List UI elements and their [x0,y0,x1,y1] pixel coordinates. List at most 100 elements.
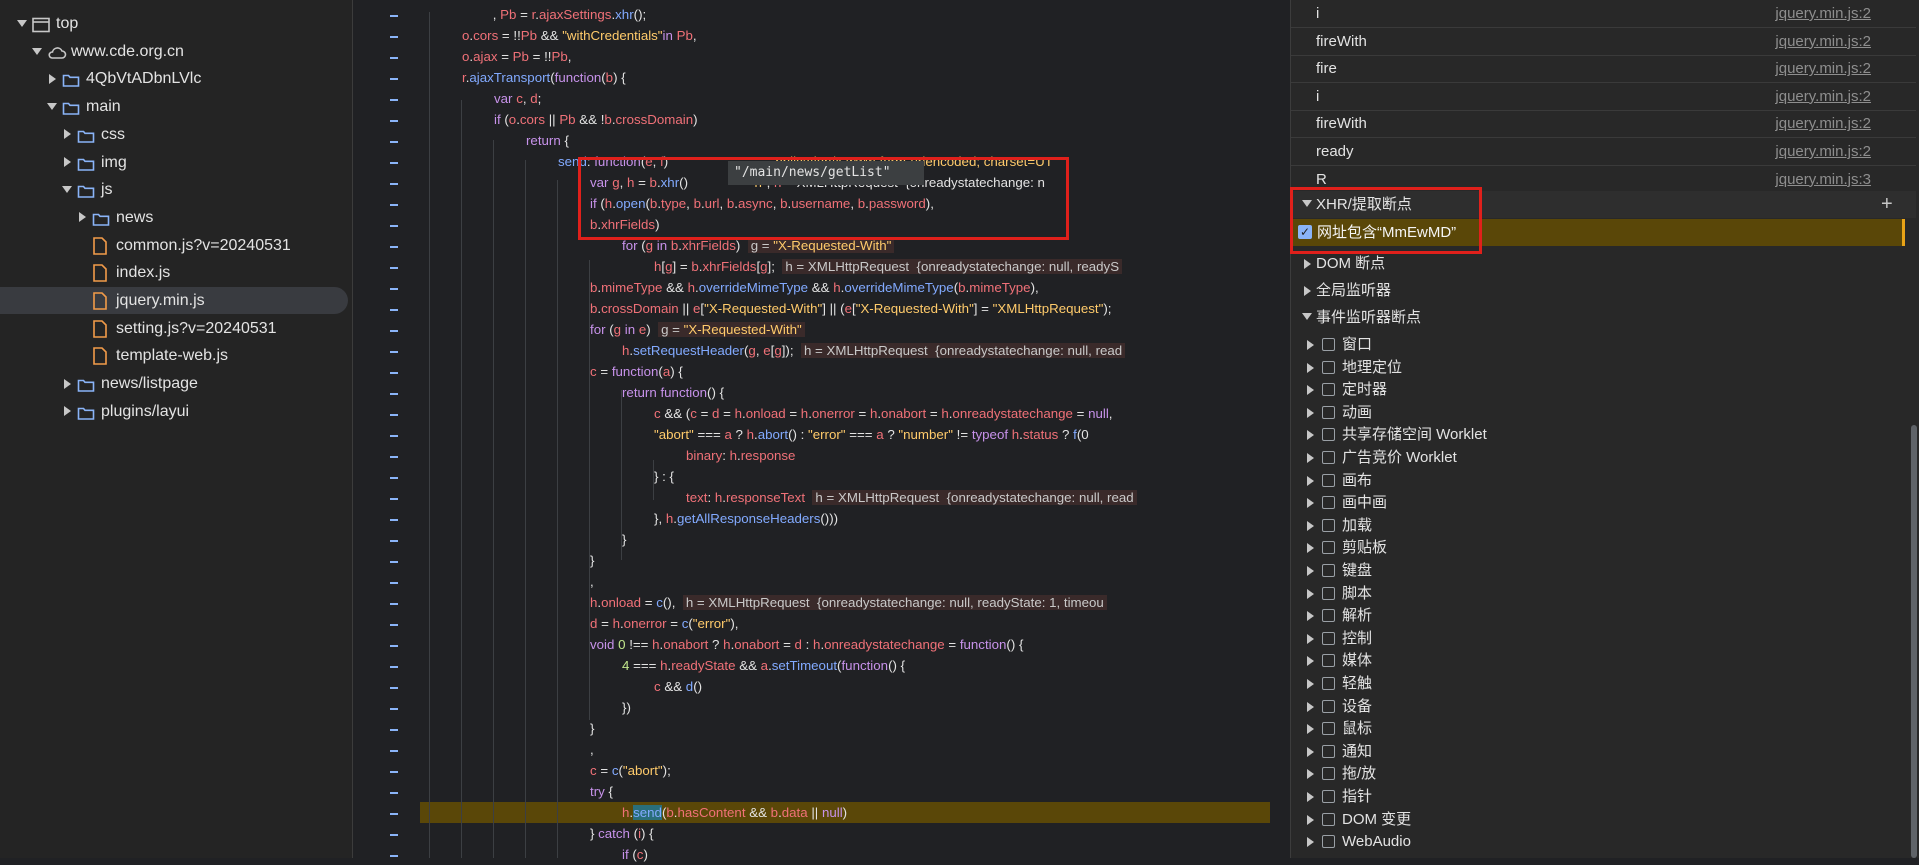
checkbox-icon[interactable] [1322,790,1335,803]
chevron-right-icon[interactable] [1307,543,1314,554]
tree-item[interactable]: jquery.min.js [0,287,348,314]
event-category[interactable]: 脚本 [1291,583,1916,605]
line-marker[interactable] [390,519,398,521]
event-category[interactable]: DOM 变更 [1291,809,1916,831]
tree-item[interactable]: 4QbVtADbnLVlc [0,65,352,92]
checkbox-icon[interactable] [1322,338,1335,351]
line-marker[interactable] [390,204,398,206]
code-line[interactable]: return function() { [622,382,724,403]
event-category[interactable]: 画布 [1291,470,1916,492]
chevron-right-icon[interactable] [1307,701,1314,712]
line-marker[interactable] [390,582,398,584]
chevron-down-icon[interactable] [31,38,43,65]
line-marker[interactable] [390,792,398,794]
chevron-right-icon[interactable] [1307,724,1314,735]
chevron-right-icon[interactable] [1307,566,1314,576]
code-line[interactable]: try { [590,781,613,802]
chevron-right-icon[interactable] [1307,633,1314,644]
code-line[interactable]: } [622,529,626,550]
code-line[interactable]: , [590,571,594,592]
chevron-right-icon[interactable] [1307,746,1314,757]
event-category[interactable]: 定时器 [1291,379,1916,401]
line-marker[interactable] [390,351,398,353]
code-line[interactable]: , Pb = r.ajaxSettings.xhr(); [478,4,646,25]
event-category[interactable]: 地理定位 [1291,357,1916,379]
chevron-right-icon[interactable] [1307,453,1314,463]
event-category[interactable]: 媒体 [1291,650,1916,672]
code-line[interactable]: }) [622,697,631,718]
chevron-down-icon[interactable] [61,176,73,203]
line-marker[interactable] [390,750,398,752]
line-marker[interactable] [390,603,398,605]
event-category[interactable]: 动画 [1291,402,1916,424]
tree-item[interactable]: top [0,10,352,37]
code-line[interactable]: o.cors = !!Pb && "withCredentials"in Pb, [462,25,697,46]
call-frame-location[interactable]: jquery.min.js:2 [1775,110,1871,137]
sidebar-section-header[interactable]: 全局监听器 [1291,277,1916,304]
code-line[interactable]: }, h.getAllResponseHeaders())) [654,508,838,529]
checkbox-icon[interactable] [1322,609,1335,623]
code-line[interactable]: h.onload = c(), h = XMLHttpRequest {onre… [590,592,1107,613]
code-line[interactable]: o.ajax = Pb = !!Pb, [462,46,571,67]
line-marker[interactable] [390,267,398,269]
sidebar-section-header[interactable]: DOM 断点 [1291,250,1916,277]
chevron-right-icon[interactable] [1307,520,1314,531]
line-marker[interactable] [390,771,398,773]
tree-item[interactable]: plugins/layui [0,398,352,425]
code-line[interactable]: binary: h.response [686,445,795,466]
tree-item[interactable]: index.js [0,259,352,286]
tree-item[interactable]: main [0,93,352,120]
chevron-right-icon[interactable] [61,149,73,176]
call-frame[interactable]: i jquery.min.js:2 [1291,83,1916,111]
checkbox-icon[interactable] [1322,360,1335,374]
line-marker[interactable] [390,372,398,374]
add-breakpoint-button[interactable]: + [1881,191,1893,218]
tree-item[interactable]: news/listpage [0,370,352,397]
line-marker[interactable] [390,498,398,500]
tree-item[interactable]: news [0,204,352,231]
call-frame[interactable]: fire jquery.min.js:2 [1291,55,1916,84]
code-line[interactable]: h[g] = b.xhrFields[g]; h = XMLHttpReques… [654,256,1123,277]
chevron-right-icon[interactable] [61,398,73,425]
line-marker[interactable] [390,141,398,143]
line-marker[interactable] [390,561,398,563]
line-marker[interactable] [390,729,398,731]
checkbox-icon[interactable] [1322,699,1335,713]
event-category[interactable]: WebAudio [1291,831,1916,853]
checkbox-icon[interactable] [1322,812,1335,826]
event-category[interactable]: 轻触 [1291,673,1916,695]
line-marker[interactable] [390,414,398,416]
code-line[interactable]: , [590,739,594,760]
checkbox-icon[interactable] [1322,564,1335,577]
call-frame[interactable]: fireWith jquery.min.js:2 [1291,28,1916,56]
event-category[interactable]: 键盘 [1291,560,1916,582]
chevron-right-icon[interactable] [1307,407,1314,418]
line-marker[interactable] [390,78,398,80]
line-marker[interactable] [390,57,398,59]
checkbox-icon[interactable] [1322,835,1335,849]
line-marker[interactable] [390,456,398,458]
event-category[interactable]: 剪贴板 [1291,537,1916,559]
call-frame-location[interactable]: jquery.min.js:3 [1775,166,1871,193]
tree-item[interactable]: js [0,176,352,203]
event-category[interactable]: 控制 [1291,628,1916,650]
code-line[interactable]: r.ajaxTransport(function(b) { [462,67,626,88]
checkbox-icon[interactable] [1322,383,1335,397]
code-line[interactable]: "abort" === a ? h.abort() : "error" === … [654,424,1089,445]
line-marker[interactable] [390,330,398,332]
checkbox-icon[interactable] [1322,451,1335,464]
code-line[interactable]: 4 === h.readyState && a.setTimeout(funct… [622,655,905,676]
event-category[interactable]: 窗口 [1291,334,1916,356]
code-line[interactable]: b.crossDomain || e["X-Requested-With"] |… [590,298,1111,319]
checkbox-icon[interactable] [1322,677,1335,690]
code-line[interactable]: c = function(a) { [590,361,683,382]
event-category[interactable]: 鼠标 [1291,718,1916,740]
tree-item[interactable]: img [0,149,352,176]
line-marker[interactable] [390,225,398,227]
chevron-down-icon[interactable] [16,10,28,37]
code-line[interactable]: } : { [654,466,674,487]
chevron-right-icon[interactable] [1307,498,1314,509]
call-frame[interactable]: i jquery.min.js:2 [1291,0,1916,28]
line-marker[interactable] [390,645,398,647]
event-category[interactable]: 通知 [1291,741,1916,763]
